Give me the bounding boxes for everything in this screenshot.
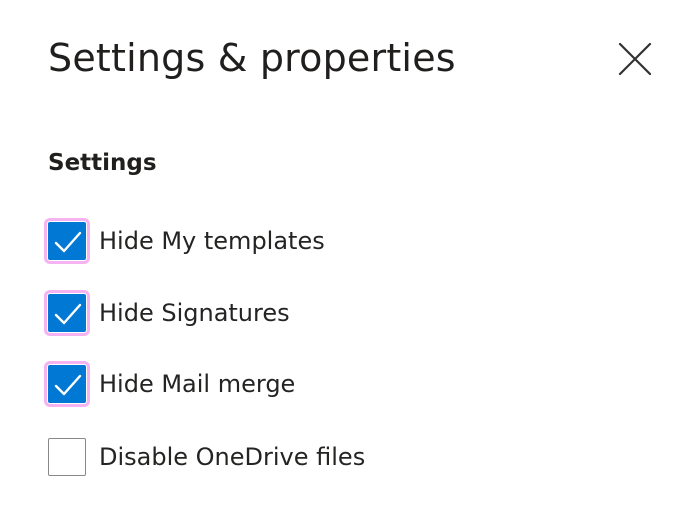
checkmark-icon [54,231,82,253]
hide-signatures-checkbox[interactable] [44,290,90,336]
disable-onedrive-files-option[interactable]: Disable OneDrive files [48,437,365,477]
hide-mail-merge-option[interactable]: Hide Mail merge [44,361,296,407]
hide-signatures-label: Hide Signatures [99,299,290,327]
hide-mail-merge-checkbox[interactable] [44,361,90,407]
settings-heading: Settings [48,150,157,176]
hide-my-templates-option[interactable]: Hide My templates [44,218,325,264]
panel-title: Settings & properties [48,36,456,80]
hide-mail-merge-label: Hide Mail merge [99,370,296,398]
close-button[interactable] [612,36,658,82]
checkmark-icon [54,303,82,325]
hide-my-templates-checkbox[interactable] [44,218,90,264]
close-icon [618,42,652,76]
settings-panel: Settings & properties Settings Hide My t… [0,0,690,508]
disable-onedrive-files-checkbox[interactable] [48,438,86,476]
checkmark-icon [54,374,82,396]
hide-signatures-option[interactable]: Hide Signatures [44,290,290,336]
hide-my-templates-label: Hide My templates [99,227,325,255]
disable-onedrive-files-label: Disable OneDrive files [99,443,366,471]
